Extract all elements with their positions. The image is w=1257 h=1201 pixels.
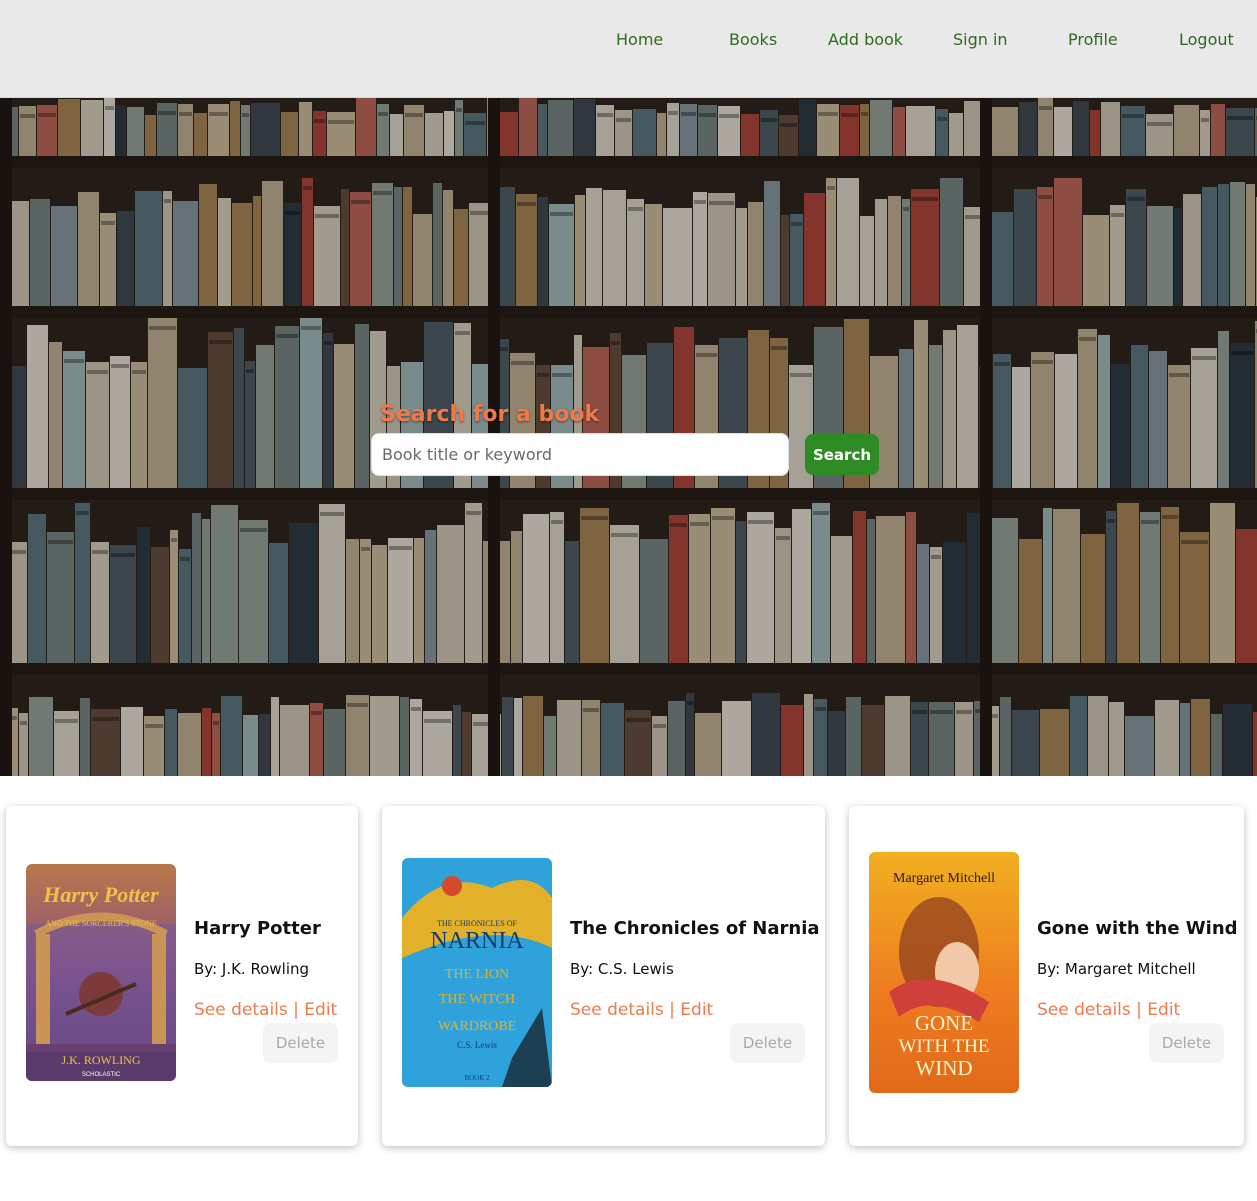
- svg-text:THE CHRONICLES OF: THE CHRONICLES OF: [437, 919, 518, 928]
- nav-home-link[interactable]: Home: [616, 30, 663, 49]
- svg-text:J.K. ROWLING: J.K. ROWLING: [62, 1053, 141, 1067]
- book-cover-image[interactable]: THE CHRONICLES OF NARNIA THE LION THE WI…: [402, 858, 552, 1087]
- svg-text:SCHOLASTIC: SCHOLASTIC: [82, 1072, 121, 1078]
- book-title: The Chronicles of Narnia: [570, 918, 820, 939]
- link-separator: |: [287, 1000, 305, 1020]
- svg-text:THE WITCH: THE WITCH: [439, 992, 515, 1007]
- book-links: See details | Edit: [194, 1000, 337, 1020]
- search-input[interactable]: [371, 433, 789, 476]
- edit-link[interactable]: Edit: [680, 1000, 713, 1020]
- svg-text:BOOK 2: BOOK 2: [464, 1074, 490, 1082]
- see-details-link[interactable]: See details: [570, 1000, 664, 1020]
- delete-button[interactable]: Delete: [263, 1023, 338, 1063]
- search-heading: Search for a book: [380, 402, 600, 427]
- svg-text:C.S. Lewis: C.S. Lewis: [457, 1040, 497, 1050]
- edit-link[interactable]: Edit: [304, 1000, 337, 1020]
- book-card: Harry Potter AND THE SORCERER'S STONE J.…: [6, 806, 358, 1146]
- link-separator: |: [1130, 1000, 1148, 1020]
- svg-text:THE LION: THE LION: [445, 967, 509, 982]
- delete-button[interactable]: Delete: [730, 1023, 805, 1063]
- book-card: Margaret Mitchell GONE WITH THE WIND Gon…: [849, 806, 1244, 1146]
- nav-profile-link[interactable]: Profile: [1068, 30, 1118, 49]
- navbar: Home Books Add book Sign in Profile Logo…: [0, 0, 1257, 98]
- see-details-link[interactable]: See details: [194, 1000, 288, 1020]
- nav-books-link[interactable]: Books: [729, 30, 777, 49]
- book-links: See details | Edit: [1037, 1000, 1180, 1020]
- edit-link[interactable]: Edit: [1147, 1000, 1180, 1020]
- book-author: By: Margaret Mitchell: [1037, 960, 1196, 978]
- see-details-link[interactable]: See details: [1037, 1000, 1131, 1020]
- svg-text:GONE: GONE: [915, 1011, 973, 1035]
- svg-text:Margaret Mitchell: Margaret Mitchell: [893, 871, 995, 886]
- nav-logout-link[interactable]: Logout: [1179, 30, 1234, 49]
- svg-text:WARDROBE: WARDROBE: [438, 1019, 517, 1034]
- book-links: See details | Edit: [570, 1000, 713, 1020]
- delete-button[interactable]: Delete: [1149, 1023, 1224, 1063]
- book-title: Gone with the Wind: [1037, 918, 1238, 939]
- nav-add-book-link[interactable]: Add book: [828, 30, 903, 49]
- svg-text:NARNIA: NARNIA: [430, 928, 524, 954]
- svg-text:WIND: WIND: [915, 1056, 972, 1080]
- nav-sign-in-link[interactable]: Sign in: [953, 30, 1008, 49]
- svg-text:Harry Potter: Harry Potter: [42, 882, 159, 907]
- svg-text:WITH THE: WITH THE: [899, 1036, 990, 1057]
- book-title: Harry Potter: [194, 918, 321, 939]
- book-author: By: J.K. Rowling: [194, 960, 310, 978]
- svg-text:AND THE SORCERER'S STONE: AND THE SORCERER'S STONE: [45, 919, 157, 928]
- book-author: By: C.S. Lewis: [570, 960, 674, 978]
- book-card: THE CHRONICLES OF NARNIA THE LION THE WI…: [382, 806, 825, 1146]
- search-button[interactable]: Search: [805, 434, 879, 475]
- book-cover-image[interactable]: Harry Potter AND THE SORCERER'S STONE J.…: [26, 864, 176, 1081]
- link-separator: |: [663, 1000, 681, 1020]
- book-cover-image[interactable]: Margaret Mitchell GONE WITH THE WIND: [869, 852, 1019, 1093]
